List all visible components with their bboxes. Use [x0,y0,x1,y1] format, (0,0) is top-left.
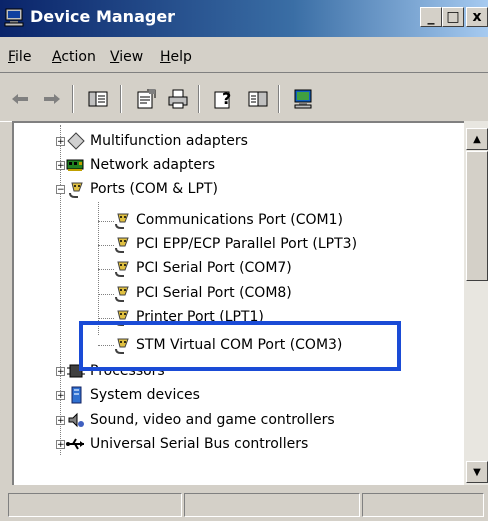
tree-item-ports[interactable]: Ports (COM & LPT) [66,178,218,200]
forward-arrow-icon[interactable] [38,85,66,113]
scroll-down-icon: ▼ [473,466,481,478]
tree-item-com7[interactable]: PCI Serial Port (COM7) [112,257,292,279]
tree-item-label: Sound, video and game controllers [90,412,335,428]
expand-network[interactable]: + [56,161,65,171]
toolbar-separator [72,85,74,113]
show-hide-tree-icon[interactable] [84,85,112,113]
menu-help-key: H [160,49,171,65]
tree-item-com8[interactable]: PCI Serial Port (COM8) [112,282,292,304]
maximize-icon: □ [446,9,460,25]
svg-text:?: ? [222,89,231,108]
print-icon[interactable] [164,85,192,113]
scroll-up-button[interactable]: ▲ [466,128,488,150]
expand-system[interactable]: + [56,391,65,401]
menu-action[interactable]: Action [52,49,96,65]
tree-item-sound[interactable]: Sound, video and game controllers [66,409,335,431]
tree-item-label: Ports (COM & LPT) [90,181,218,197]
close-icon: x [472,9,482,25]
minimize-button[interactable]: _ [420,7,442,27]
toolbar-separator [278,85,280,113]
port-connector-icon [112,210,132,230]
status-panel [184,493,360,517]
expand-sound[interactable]: + [56,416,65,426]
toolbar-separator [198,85,200,113]
collapse-ports[interactable]: − [56,185,65,195]
highlight-box [79,321,401,371]
port-connector-icon [112,283,132,303]
menu-view-rest: iew [119,49,144,65]
menu-file[interactable]: File [8,49,31,65]
tree-item-usb[interactable]: Universal Serial Bus controllers [66,433,308,455]
menu-help[interactable]: Help [160,49,192,65]
menu-action-key: A [52,49,62,65]
tree-item-network[interactable]: Network adapters [66,154,215,176]
multifunction-icon [66,131,86,151]
vertical-scrollbar[interactable]: ▲ ▼ [464,121,488,485]
tree-item-lpt3[interactable]: PCI EPP/ECP Parallel Port (LPT3) [112,233,357,255]
scroll-down-button[interactable]: ▼ [466,461,488,483]
close-button[interactable]: x [466,7,488,27]
toolbar: ? [0,77,488,122]
menu-view-key: V [110,49,120,65]
menu-file-rest: ile [15,49,32,65]
port-connector-icon [66,179,86,199]
toolbar-separator [120,85,122,113]
status-panel [362,493,484,517]
tree-line [60,125,61,455]
tree-item-label: PCI Serial Port (COM7) [136,260,292,276]
maximize-button[interactable]: □ [442,7,464,27]
status-panel [8,493,182,517]
network-adapter-icon [66,155,86,175]
expand-multifunction[interactable]: + [56,137,65,147]
scan-hardware-icon[interactable] [290,85,318,113]
back-arrow-icon[interactable] [6,85,34,113]
sound-icon [66,410,86,430]
minimize-icon: _ [427,9,435,25]
tree-item-label: Multifunction adapters [90,133,248,149]
status-bar [0,488,488,521]
tree-item-label: PCI EPP/ECP Parallel Port (LPT3) [136,236,358,252]
tree-item-multifunction[interactable]: Multifunction adapters [66,130,248,152]
help-icon[interactable]: ? [210,85,238,113]
view-icon[interactable] [244,85,272,113]
tree-item-label: Communications Port (COM1) [136,212,343,228]
menu-file-key: F [8,49,16,65]
properties-icon[interactable] [132,85,160,113]
scroll-up-icon: ▲ [473,133,481,145]
expand-usb[interactable]: + [56,440,65,450]
window-title: Device Manager [30,7,176,26]
device-manager-icon [4,6,26,28]
tree-item-label: PCI Serial Port (COM8) [136,285,292,301]
port-connector-icon [112,258,132,278]
system-devices-icon [66,385,86,405]
port-connector-icon [112,234,132,254]
scroll-thumb[interactable] [466,151,488,281]
expand-processors[interactable]: + [56,367,65,377]
tree-item-label: Network adapters [90,157,215,173]
tree-item-system[interactable]: System devices [66,384,200,406]
usb-icon [66,434,86,454]
tree-item-label: System devices [90,387,200,403]
device-manager-window: Device Manager _ □ x File Action View He… [0,0,488,521]
menu-view[interactable]: View [110,49,143,65]
menu-action-rest: ction [61,49,96,65]
title-bar[interactable]: Device Manager _ □ x [0,0,488,37]
tree-item-com1[interactable]: Communications Port (COM1) [112,209,343,231]
tree-item-label: Universal Serial Bus controllers [90,436,309,452]
menu-help-rest: elp [170,49,192,65]
menu-bar: File Action View Help [0,42,488,73]
